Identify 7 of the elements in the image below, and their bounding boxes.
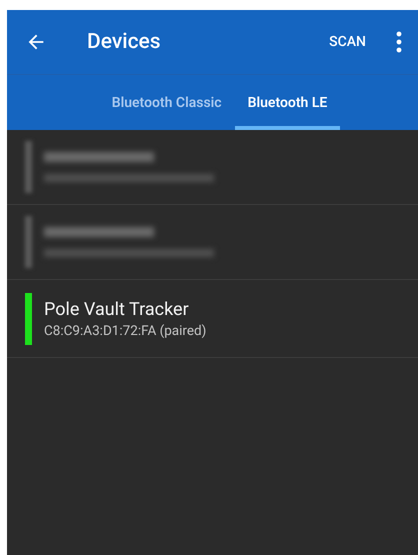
device-name[interactable]: Pole Vault Tracker [44, 298, 206, 320]
screen-title: Devices [87, 30, 162, 54]
tab[interactable]: Bluetooth Classic [98, 79, 235, 130]
more-options-icon[interactable] [396, 31, 402, 53]
scan-button[interactable]: SCAN [325, 28, 370, 56]
device-address: C8:C9:A3:D1:72:FA (paired) [44, 322, 206, 338]
tab[interactable]: Bluetooth LE [234, 79, 340, 130]
